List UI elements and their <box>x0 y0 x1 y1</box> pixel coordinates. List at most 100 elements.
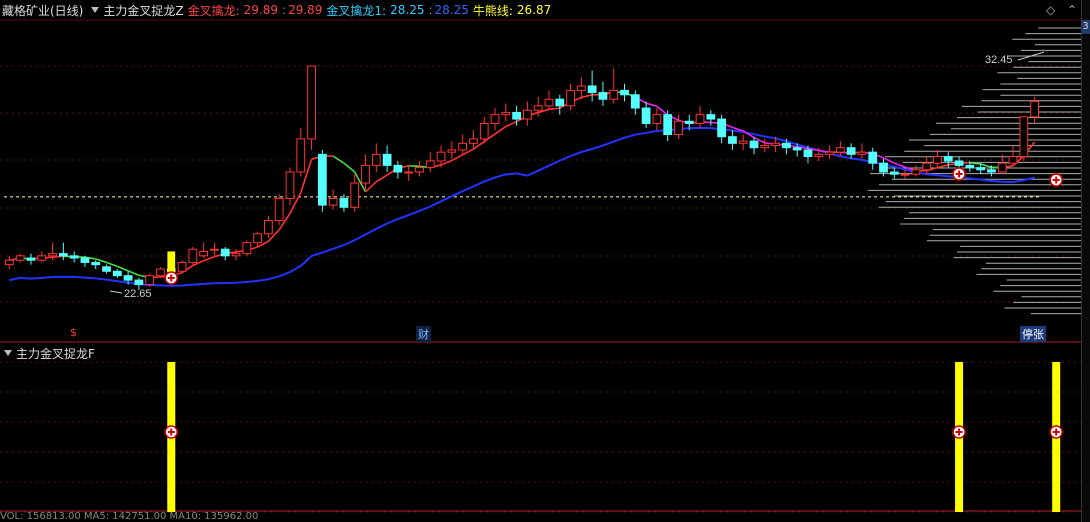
ma-fast-segment <box>581 94 593 99</box>
finance-marker[interactable]: 财 <box>416 326 431 342</box>
candle-body <box>317 153 327 206</box>
candle-body <box>609 89 619 100</box>
candle-body <box>220 248 230 257</box>
candle-body <box>393 164 403 173</box>
candle-body <box>177 261 187 272</box>
candle-body <box>199 250 209 257</box>
candle-body <box>641 107 651 124</box>
candle-body <box>253 233 262 244</box>
candle-body <box>987 169 996 173</box>
candle-body <box>264 220 273 235</box>
candle-body <box>37 255 47 261</box>
candle-body <box>889 171 899 175</box>
candle-body <box>684 120 694 124</box>
candle-body <box>717 118 727 138</box>
candle-body <box>976 167 986 171</box>
candle-body <box>307 65 316 140</box>
candle-body <box>112 270 122 277</box>
candle-body <box>792 147 802 151</box>
scrollbar-tab[interactable]: 3 <box>1081 20 1090 34</box>
candle-body <box>479 122 489 140</box>
field-label-1: 金叉擒龙1: <box>326 3 387 18</box>
candle-body <box>954 160 964 166</box>
candle-body <box>922 162 932 171</box>
candle-body <box>404 171 414 174</box>
ma-fast-segment <box>656 105 669 116</box>
candle-body <box>350 182 360 208</box>
candle-body <box>544 98 554 107</box>
expand-chevron-icon[interactable]: ⌃ <box>1067 3 1077 17</box>
candle-body <box>814 153 824 158</box>
candle-body <box>285 171 295 199</box>
candle-body <box>749 140 759 149</box>
candle-body <box>738 140 748 144</box>
candle-body <box>328 197 338 206</box>
candle-body <box>857 151 867 155</box>
dividend-marker[interactable]: $ <box>70 326 77 339</box>
high-price-label: 32.45 <box>985 54 1013 66</box>
candle-body <box>566 89 575 107</box>
candle-body <box>382 153 392 166</box>
candle-body <box>458 142 468 151</box>
sub-indicator-name[interactable]: 主力金叉捉龙F <box>16 345 95 362</box>
field-label-0: 金叉擒龙: <box>187 3 240 18</box>
indicator-dropdown-icon[interactable] <box>91 7 100 13</box>
candle-body <box>415 167 424 173</box>
candle-body <box>760 145 770 149</box>
chart-canvas[interactable]: 22.65 32.45 <box>0 0 1081 522</box>
candle-body <box>501 111 511 116</box>
signal-candle <box>167 251 176 274</box>
candle-body <box>339 197 349 208</box>
candle-body <box>242 242 252 255</box>
candle-body <box>900 173 910 176</box>
candle-body <box>371 153 381 166</box>
chart-area[interactable]: 22.65 32.45 <box>0 0 1090 522</box>
candle-body <box>663 114 673 135</box>
vertical-scrollbar[interactable] <box>1081 0 1090 522</box>
indicator-name[interactable]: 主力金叉捉龙Z <box>103 2 183 19</box>
ma-fast-segment <box>117 265 129 272</box>
collapse-diamond-icon[interactable]: ◇ <box>1046 3 1055 17</box>
candle-body <box>879 162 888 173</box>
candle-body <box>5 259 14 266</box>
ma-fast-segment <box>106 261 118 268</box>
candle-body <box>1008 156 1018 164</box>
candle-body <box>576 85 586 91</box>
ma-fast-segment <box>505 120 517 128</box>
ma-fast-segment <box>494 125 507 135</box>
candle-body <box>728 136 737 144</box>
ma-fast-segment <box>343 162 356 173</box>
candle-body <box>210 248 219 251</box>
sub-indicator-header: 主力金叉捉龙F <box>0 344 95 362</box>
limit-up-marker[interactable]: 停张 <box>1020 326 1046 342</box>
candle-body <box>846 147 856 155</box>
candle-body <box>674 120 683 136</box>
ma-fast-segment <box>52 255 64 258</box>
ma-fast-segment <box>980 163 992 168</box>
ma-fast-segment <box>969 161 981 165</box>
candle-body <box>911 169 921 175</box>
main-indicator-header: 藏格矿业(日线) 主力金叉捉龙Z 金叉擒龙: 29.89 : 29.89 金叉擒… <box>2 2 552 19</box>
ma-fast-segment <box>375 174 388 183</box>
candle-body <box>598 92 608 100</box>
candle-body <box>933 156 942 164</box>
candle-body <box>1019 116 1029 158</box>
ma-fast-segment <box>203 255 215 262</box>
candle-body <box>80 257 90 263</box>
ma-fast-segment <box>127 270 140 276</box>
candle-body <box>134 279 144 285</box>
candle-body <box>361 164 370 184</box>
candle-body <box>48 253 57 257</box>
candle-body <box>706 114 716 120</box>
candle-body <box>296 138 306 173</box>
candle-body <box>425 160 435 169</box>
ma-fast-segment <box>883 157 895 164</box>
candle-body <box>630 94 640 109</box>
candle-body <box>188 248 198 263</box>
candle-body <box>145 275 155 286</box>
candle-body <box>771 142 780 147</box>
window-title: 藏格矿业(日线) <box>2 3 84 18</box>
candle-body <box>943 156 953 162</box>
candle-body <box>512 111 521 120</box>
sub-indicator-dropdown-icon[interactable] <box>4 350 12 356</box>
